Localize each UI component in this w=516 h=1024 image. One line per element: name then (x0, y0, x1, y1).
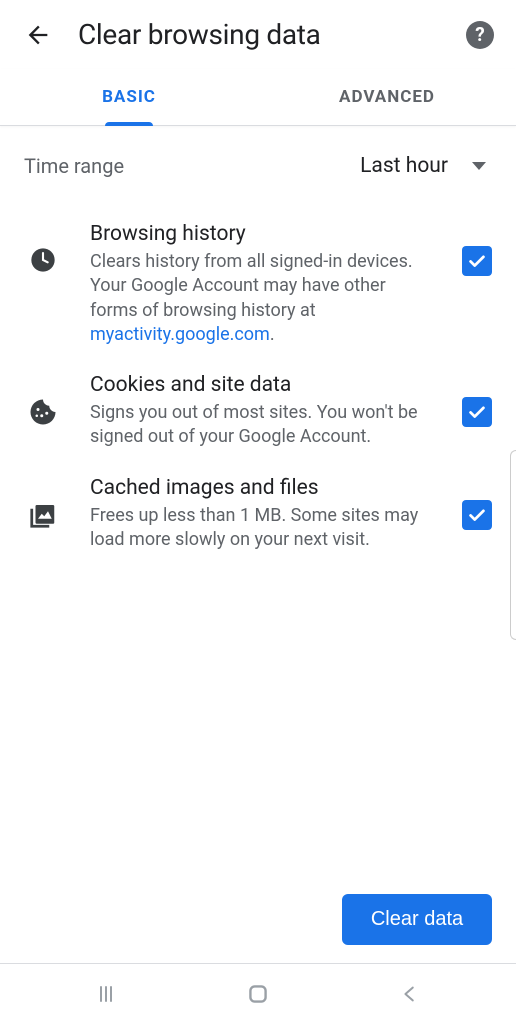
android-home-button[interactable] (238, 974, 278, 1014)
option-cache[interactable]: Cached images and files Frees up less th… (0, 450, 516, 553)
option-description: Clears history from all signed-in device… (90, 250, 434, 347)
tab-basic[interactable]: BASIC (0, 69, 258, 125)
option-description: Frees up less than 1 MB. Some sites may … (90, 504, 434, 553)
checkbox-cache[interactable] (462, 500, 492, 530)
tab-advanced[interactable]: ADVANCED (258, 69, 516, 125)
checkbox-browsing-history[interactable] (462, 246, 492, 276)
android-recents-button[interactable] (86, 974, 126, 1014)
option-browsing-history[interactable]: Browsing history Clears history from all… (0, 196, 516, 347)
page-title: Clear browsing data (78, 18, 442, 51)
clear-data-button[interactable]: Clear data (342, 894, 492, 945)
time-range-value: Last hour (360, 154, 448, 178)
option-description: Signs you out of most sites. You won't b… (90, 401, 434, 450)
chevron-down-icon (472, 162, 486, 170)
help-icon[interactable]: ? (466, 21, 494, 49)
image-icon (24, 476, 62, 530)
option-title: Cookies and site data (90, 373, 434, 397)
scroll-indicator[interactable] (510, 450, 516, 640)
myactivity-link[interactable]: myactivity.google.com (90, 324, 270, 345)
clock-icon (24, 222, 62, 274)
android-back-button[interactable] (390, 974, 430, 1014)
option-title: Cached images and files (90, 476, 434, 500)
option-title: Browsing history (90, 222, 434, 246)
option-cookies[interactable]: Cookies and site data Signs you out of m… (0, 347, 516, 450)
time-range-label: Time range (24, 154, 360, 178)
checkbox-cookies[interactable] (462, 397, 492, 427)
back-icon[interactable] (22, 19, 54, 51)
time-range-selector[interactable]: Time range Last hour (0, 126, 516, 186)
cookie-icon (24, 373, 62, 427)
